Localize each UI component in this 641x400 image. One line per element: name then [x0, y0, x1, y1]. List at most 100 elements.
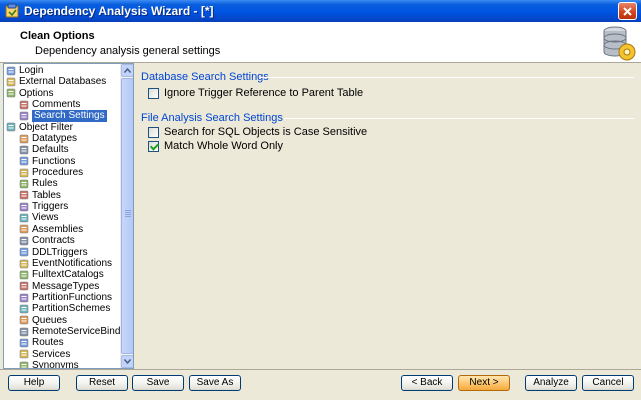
match-whole-word-label: Match Whole Word Only: [164, 140, 284, 152]
wizard-header: Clean Options Dependency analysis genera…: [0, 22, 641, 63]
tree-item-search-settings[interactable]: Search Settings: [4, 110, 121, 122]
close-icon: [623, 6, 632, 16]
scroll-thumb[interactable]: [121, 78, 133, 354]
tree-item-label: PartitionFunctions: [32, 291, 113, 303]
fulltextcatalogs-icon: [19, 270, 29, 280]
tree-item-routes[interactable]: Routes: [4, 337, 121, 348]
tree-item-label: Views: [32, 212, 59, 224]
options-tree[interactable]: Login External Databases Options Comments Se…: [3, 63, 134, 369]
tree-item-fulltextcatalogs[interactable]: FulltextCatalogs: [4, 269, 121, 280]
options-icon: [6, 89, 16, 98]
tree-item-defaults[interactable]: Defaults: [4, 144, 121, 155]
comments-icon: [19, 100, 29, 109]
save-as-button[interactable]: Save As: [189, 375, 241, 391]
match-whole-word-option[interactable]: Match Whole Word Only: [148, 140, 283, 152]
case-sensitive-option[interactable]: Search for SQL Objects is Case Sensitive: [148, 126, 367, 138]
match-whole-word-checkbox[interactable]: [148, 140, 159, 152]
tree-item-label: PartitionSchemes: [32, 303, 111, 315]
tree-item-label: Queues: [32, 314, 68, 326]
case-sensitive-checkbox[interactable]: [148, 126, 159, 138]
settings-panel: Database Search Settings Ignore Trigger …: [136, 63, 639, 369]
binoculars-icon: [19, 111, 29, 121]
tree-item-rules[interactable]: Rules: [4, 178, 121, 189]
tree-item-login[interactable]: Login: [4, 65, 121, 76]
tree-item-object-filter[interactable]: Object Filter: [4, 122, 121, 133]
tree-item-label: Services: [32, 348, 71, 360]
analyze-button[interactable]: Analyze: [525, 375, 577, 391]
views-icon: [19, 213, 29, 223]
title-bar: Dependency Analysis Wizard - [*]: [0, 0, 641, 22]
tree-item-contracts[interactable]: Contracts: [4, 235, 121, 246]
tree-item-label: Rules: [32, 178, 58, 190]
save-button[interactable]: Save: [132, 375, 184, 391]
window-title: Dependency Analysis Wizard - [*]: [24, 4, 214, 18]
routes-icon: [19, 338, 29, 348]
database-icon: [6, 77, 16, 87]
tree-item-label: FulltextCatalogs: [32, 269, 104, 281]
tree-item-label: Datatypes: [32, 133, 78, 145]
tree-item-label: MessageTypes: [32, 280, 100, 292]
tree-item-tables[interactable]: Tables: [4, 190, 121, 201]
tree-item-partitionschemes[interactable]: PartitionSchemes: [4, 303, 121, 314]
back-button[interactable]: < Back: [401, 375, 453, 391]
tree-item-comments[interactable]: Comments: [4, 99, 121, 110]
tree-item-label: Assemblies: [32, 223, 84, 235]
tree-item-views[interactable]: Views: [4, 212, 121, 223]
header-title: Clean Options: [20, 30, 95, 42]
filter-icon: [6, 123, 16, 132]
ddltriggers-icon: [19, 247, 29, 257]
tree-item-ddltriggers[interactable]: DDLTriggers: [4, 247, 121, 258]
datatypes-icon: [19, 134, 29, 143]
eventnotifications-icon: [19, 259, 29, 268]
tree-item-label: Defaults: [32, 144, 69, 156]
tree-item-label: RemoteServiceBindings: [32, 325, 134, 337]
cancel-button[interactable]: Cancel: [582, 375, 634, 391]
tree-item-label: EventNotifications: [32, 257, 113, 269]
tree-item-label: Procedures: [32, 167, 84, 179]
tree-item-procedures[interactable]: Procedures: [4, 167, 121, 178]
ignore-trigger-checkbox[interactable]: [148, 87, 159, 99]
services-icon: [19, 350, 29, 359]
defaults-icon: [19, 145, 29, 155]
chevron-up-icon: [124, 68, 131, 73]
close-button[interactable]: [618, 2, 637, 20]
scroll-down-button[interactable]: [121, 355, 133, 368]
tree-item-queues[interactable]: Queues: [4, 315, 121, 326]
assemblies-icon: [19, 225, 29, 234]
tree-item-label: Tables: [32, 189, 61, 201]
tree-item-synonyms[interactable]: Synonyms: [4, 359, 121, 369]
synonyms-icon: [19, 361, 29, 368]
tree-list: Login External Databases Options Comments Se…: [4, 65, 133, 369]
tables-icon: [19, 191, 29, 200]
tree-item-eventnotifications[interactable]: EventNotifications: [4, 258, 121, 269]
tree-item-partitionfunctions[interactable]: PartitionFunctions: [4, 292, 121, 303]
tree-item-label: Comments: [32, 99, 81, 111]
tree-item-label: Object Filter: [19, 121, 73, 133]
tree-item-label: DDLTriggers: [32, 246, 88, 258]
tree-item-remoteservicebindings[interactable]: RemoteServiceBindings: [4, 326, 133, 337]
help-button[interactable]: Help: [8, 375, 60, 391]
chevron-down-icon: [124, 359, 131, 364]
tree-item-services[interactable]: Services: [4, 349, 121, 360]
tree-item-triggers[interactable]: Triggers: [4, 201, 121, 212]
db-search-group-title: Database Search Settings: [141, 71, 269, 83]
tree-item-options[interactable]: Options: [4, 88, 121, 99]
tree-item-functions[interactable]: Functions: [4, 156, 121, 167]
tree-scrollbar[interactable]: [120, 64, 133, 368]
contracts-icon: [19, 236, 29, 246]
tree-item-assemblies[interactable]: Assemblies: [4, 224, 121, 235]
tree-item-external-databases[interactable]: External Databases: [4, 76, 121, 87]
tree-item-label: Synonyms: [32, 359, 79, 369]
tree-item-datatypes[interactable]: Datatypes: [4, 133, 121, 144]
app-icon: [5, 3, 19, 18]
next-button[interactable]: Next >: [458, 375, 510, 391]
scroll-up-button[interactable]: [121, 64, 133, 77]
tree-item-messagetypes[interactable]: MessageTypes: [4, 281, 121, 292]
file-search-group-title: File Analysis Search Settings: [141, 112, 283, 124]
reset-button[interactable]: Reset: [76, 375, 128, 391]
rules-icon: [19, 179, 29, 189]
ignore-trigger-option[interactable]: Ignore Trigger Reference to Parent Table: [148, 87, 363, 99]
group-divider: [260, 77, 634, 78]
database-settings-icon: [603, 26, 636, 61]
header-subtitle: Dependency analysis general settings: [35, 45, 221, 57]
